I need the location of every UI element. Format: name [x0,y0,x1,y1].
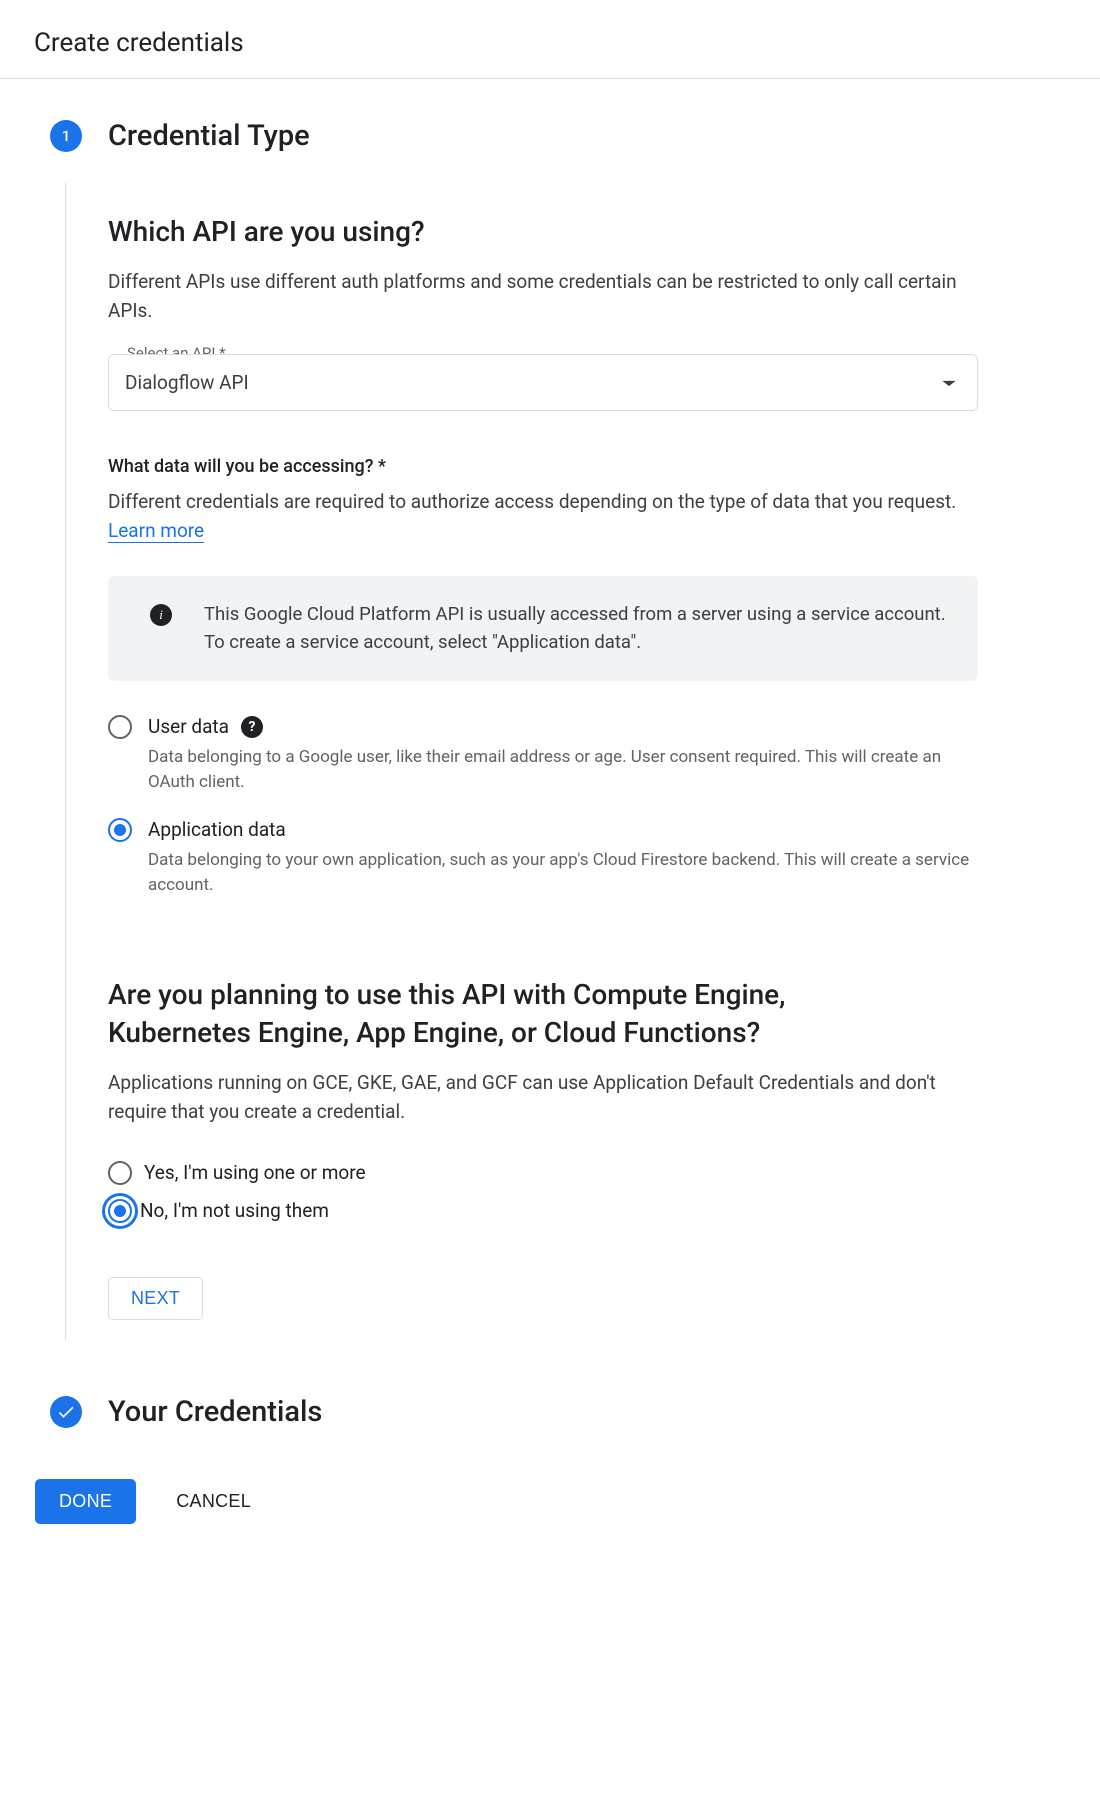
radio-application-data-desc: Data belonging to your own application, … [148,848,978,897]
step2-title: Your Credentials [108,1395,322,1429]
radio-no-label: No, I'm not using them [140,1199,329,1223]
bottom-actions: DONE CANCEL [35,1479,1050,1524]
radio-yes-label: Yes, I'm using one or more [144,1161,366,1185]
page-header: Create credentials [0,0,1100,79]
platform-question-heading: Are you planning to use this API with Co… [108,976,888,1052]
radio-user-data[interactable]: User data ? Data belonging to a Google u… [108,715,978,794]
learn-more-link[interactable]: Learn more [108,519,204,543]
done-button[interactable]: DONE [35,1479,136,1524]
help-icon[interactable]: ? [241,716,263,738]
info-text: This Google Cloud Platform API is usuall… [204,600,950,657]
info-banner: i This Google Cloud Platform API is usua… [108,576,978,681]
step1-header: 1 Credential Type [50,119,1050,153]
dropdown-caret-icon [941,371,957,394]
data-access-radio-group: User data ? Data belonging to a Google u… [108,715,978,898]
info-icon: i [150,604,172,626]
radio-circle-checked-focused-icon [108,1199,132,1223]
data-access-label: What data will you be accessing? * [108,456,1050,477]
step1-body: Which API are you using? Different APIs … [65,183,1050,1340]
step-number-badge: 1 [50,120,82,152]
api-select[interactable]: Dialogflow API [108,354,978,411]
page-title: Create credentials [34,28,1066,58]
radio-circle-icon [108,715,132,739]
radio-circle-icon [108,1161,132,1185]
step1-title: Credential Type [108,119,310,153]
check-icon [50,1396,82,1428]
api-select-value: Dialogflow API [125,371,249,394]
api-select-wrap: Select an API * Dialogflow API [108,354,978,411]
radio-application-data-label: Application data [148,818,286,842]
radio-user-data-desc: Data belonging to a Google user, like th… [148,745,978,794]
page-body: 1 Credential Type Which API are you usin… [0,79,1100,1564]
radio-application-data[interactable]: Application data Data belonging to your … [108,818,978,897]
step2-header[interactable]: Your Credentials [50,1395,1050,1429]
radio-user-data-label: User data [148,715,229,739]
platform-radio-group: Yes, I'm using one or more No, I'm not u… [108,1161,978,1223]
radio-not-using[interactable]: No, I'm not using them [108,1199,978,1223]
next-button[interactable]: NEXT [108,1277,203,1320]
radio-circle-checked-icon [108,818,132,842]
data-access-sub: Different credentials are required to au… [108,487,978,546]
api-question-sub: Different APIs use different auth platfo… [108,267,978,326]
radio-yes-using[interactable]: Yes, I'm using one or more [108,1161,978,1185]
api-question-heading: Which API are you using? [108,213,1050,251]
cancel-button[interactable]: CANCEL [176,1491,251,1512]
platform-question-sub: Applications running on GCE, GKE, GAE, a… [108,1068,978,1127]
